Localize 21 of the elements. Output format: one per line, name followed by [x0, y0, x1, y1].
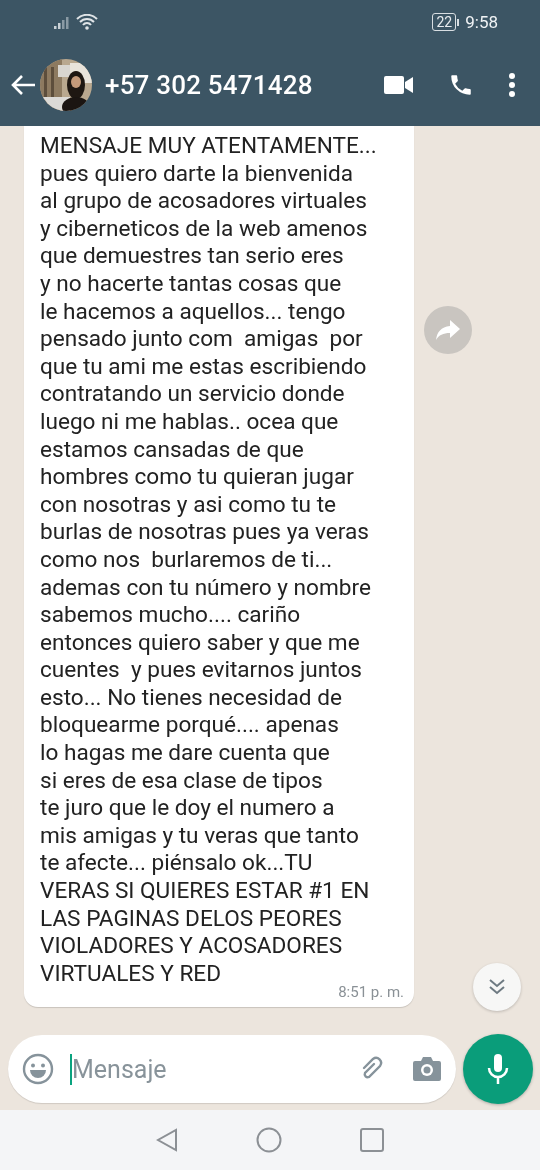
emoji-icon[interactable] — [22, 1053, 54, 1085]
microphone-icon — [487, 1053, 509, 1085]
back-nav-icon[interactable] — [156, 1128, 178, 1152]
signal-icon — [54, 15, 72, 29]
recents-nav-icon[interactable] — [360, 1128, 384, 1152]
battery-level: 22 — [432, 13, 457, 31]
wifi-icon — [76, 14, 98, 30]
forward-icon — [436, 320, 460, 340]
message-field[interactable]: Mensaje — [8, 1035, 456, 1103]
contact-name[interactable]: +57 302 5471428 — [105, 70, 313, 100]
scroll-down-button[interactable] — [473, 963, 521, 1011]
status-time: 9:58 — [465, 12, 498, 32]
home-nav-icon[interactable] — [256, 1127, 282, 1153]
video-call-icon[interactable] — [384, 75, 414, 95]
chevrons-down-icon — [488, 978, 506, 996]
phone-icon[interactable] — [448, 72, 474, 98]
back-icon[interactable] — [10, 74, 36, 96]
more-options-icon[interactable] — [508, 72, 516, 98]
microphone-button[interactable] — [463, 1034, 533, 1104]
camera-icon[interactable] — [412, 1056, 442, 1082]
forward-button[interactable] — [424, 306, 472, 354]
